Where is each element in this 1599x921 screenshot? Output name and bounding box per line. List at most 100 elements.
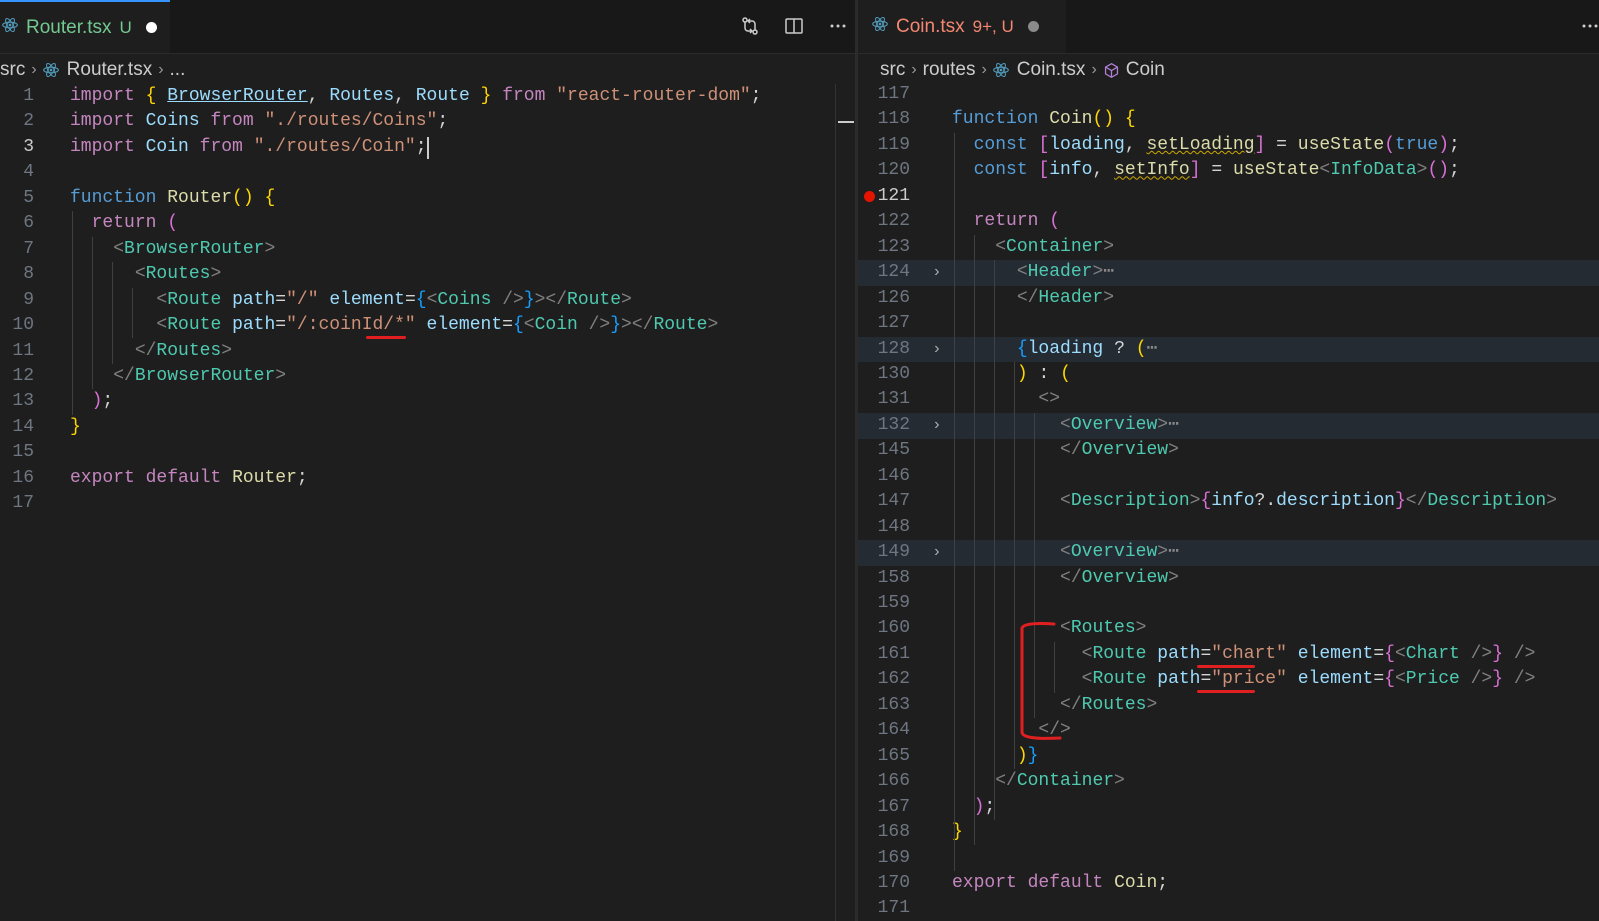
code-line[interactable]: 171 (858, 896, 1599, 921)
breadcrumb-item-src[interactable]: src (0, 59, 25, 81)
breadcrumb-item-src[interactable]: src (880, 59, 905, 81)
more-actions-icon[interactable] (1578, 14, 1599, 38)
code-line[interactable]: 17 (0, 491, 855, 517)
code-text[interactable]: <BrowserRouter> (70, 237, 275, 263)
code-line[interactable]: 169 (858, 846, 1599, 872)
code-line[interactable]: 158 </Overview> (858, 566, 1599, 592)
code-line[interactable]: 122 return ( (858, 209, 1599, 235)
line-number[interactable]: 158 (860, 566, 910, 592)
code-text[interactable]: {loading ? (⋯ (952, 337, 1158, 363)
code-line[interactable]: 148 (858, 515, 1599, 541)
line-number[interactable]: 148 (860, 515, 910, 541)
line-number[interactable]: 2 (0, 109, 34, 135)
code-text[interactable]: </Overview> (952, 566, 1179, 592)
line-number[interactable]: 16 (0, 466, 34, 492)
code-line[interactable]: 124 <Header>⋯ › (858, 260, 1599, 287)
line-number[interactable]: 127 (860, 311, 910, 337)
code-text[interactable]: ); (70, 389, 114, 415)
line-number[interactable]: 17 (0, 491, 34, 517)
code-line[interactable]: 131 <> (858, 387, 1599, 413)
code-line[interactable]: 7 <BrowserRouter> (0, 237, 855, 263)
line-number[interactable]: 124 (860, 260, 910, 286)
code-editor[interactable]: 117 118 function Coin() {119 const [loadin… (858, 84, 1599, 921)
unsaved-dot-icon[interactable] (145, 22, 157, 33)
code-line[interactable]: 128 {loading ? (⋯ › (858, 336, 1599, 363)
code-line[interactable]: 170 export default Coin; (858, 871, 1599, 897)
compare-changes-icon[interactable] (738, 14, 762, 38)
code-text[interactable]: <Overview>⋯ (952, 540, 1179, 566)
code-line[interactable]: 149 <Overview>⋯ › (858, 540, 1599, 566)
line-number[interactable]: 166 (860, 769, 910, 795)
line-number[interactable]: 1 (0, 84, 34, 110)
fold-chevron-icon[interactable]: › (932, 337, 942, 363)
line-number[interactable]: 13 (0, 389, 34, 415)
code-line[interactable]: 6 return ( (0, 211, 855, 237)
line-number[interactable]: 119 (860, 133, 910, 159)
line-number[interactable]: 9 (0, 288, 34, 314)
code-line[interactable]: 4 (0, 160, 855, 186)
code-text[interactable]: function Router() { (70, 186, 275, 212)
line-number[interactable]: 3 (0, 135, 34, 161)
code-line[interactable]: 160 <Routes> (858, 616, 1599, 642)
code-line[interactable]: 8 <Routes> (0, 262, 855, 288)
code-line[interactable]: 163 </Routes> (858, 693, 1599, 719)
code-text[interactable]: <Description>{info?.description}</Descri… (952, 489, 1557, 515)
breadcrumb-item-routes[interactable]: routes (923, 59, 976, 81)
line-number[interactable]: 117 (860, 82, 910, 108)
line-number[interactable]: 147 (860, 489, 910, 515)
code-line[interactable]: 123 <Container> (858, 235, 1599, 261)
code-line[interactable]: 14} (0, 415, 855, 441)
line-number[interactable]: 168 (860, 820, 910, 846)
code-line[interactable]: 1 import { BrowserRouter, Routes, Route }… (0, 84, 855, 110)
breadcrumb-item-file[interactable]: Router.tsx (67, 59, 153, 81)
line-number[interactable]: 169 (860, 846, 910, 872)
code-line[interactable]: 145 </Overview> (858, 438, 1599, 464)
line-number[interactable]: 171 (860, 896, 910, 921)
more-actions-icon[interactable] (826, 14, 850, 38)
breadcrumb-item-ellipsis[interactable]: ... (170, 59, 186, 81)
line-number[interactable]: 7 (0, 237, 34, 263)
code-text[interactable]: const [loading, setLoading] = useState(t… (952, 133, 1460, 159)
code-line[interactable]: 120 const [info, setInfo] = useState<Inf… (858, 158, 1599, 184)
line-number[interactable]: 167 (860, 795, 910, 821)
code-text[interactable]: </Routes> (70, 339, 232, 365)
line-number[interactable]: 163 (860, 693, 910, 719)
fold-chevron-icon[interactable]: › (932, 413, 942, 439)
line-number[interactable]: 146 (860, 464, 910, 490)
code-line[interactable]: 15 (0, 440, 855, 466)
code-line[interactable]: 161 <Route path="chart" element={<Chart … (858, 642, 1599, 668)
line-number[interactable]: 159 (860, 591, 910, 617)
code-line[interactable]: 146 (858, 464, 1599, 490)
code-text[interactable]: </Overview> (952, 438, 1179, 464)
code-line[interactable]: 118 function Coin() { (858, 107, 1599, 133)
line-number[interactable]: 11 (0, 339, 34, 365)
line-number[interactable]: 15 (0, 440, 34, 466)
code-line[interactable]: 159 (858, 591, 1599, 617)
line-number[interactable]: 128 (860, 337, 910, 363)
line-number[interactable]: 161 (860, 642, 910, 668)
code-line[interactable]: 12 </BrowserRouter> (0, 364, 855, 390)
line-number[interactable]: 118 (860, 107, 910, 133)
code-text[interactable]: export default Router; (70, 466, 308, 492)
code-text[interactable]: </Container> (952, 769, 1125, 795)
code-line[interactable]: 119 const [loading, setLoading] = useSta… (858, 133, 1599, 159)
line-number[interactable]: 164 (860, 718, 910, 744)
line-number[interactable]: 145 (860, 438, 910, 464)
code-text[interactable]: <Header>⋯ (952, 260, 1114, 286)
unsaved-dot-icon[interactable] (1027, 21, 1039, 32)
breakpoint-icon[interactable] (864, 190, 875, 202)
code-line[interactable]: 167 ); (858, 795, 1599, 821)
code-line[interactable]: 130 ) : ( (858, 362, 1599, 388)
code-text[interactable]: </Header> (952, 286, 1114, 312)
code-line[interactable]: 11 </Routes> (0, 339, 855, 365)
line-number[interactable]: 6 (0, 211, 34, 237)
tab-coin-tsx[interactable]: Coin.tsx 9+, U (858, 0, 1066, 53)
code-text[interactable]: <Overview>⋯ (952, 413, 1179, 439)
code-line[interactable]: 121 (858, 184, 1599, 210)
line-number[interactable]: 120 (860, 158, 910, 184)
code-line[interactable]: 132 <Overview>⋯ › (858, 412, 1599, 439)
code-line[interactable]: 165 )} (858, 744, 1599, 770)
line-number[interactable]: 8 (0, 262, 34, 288)
line-number[interactable]: 132 (860, 413, 910, 439)
code-text[interactable]: const [info, setInfo] = useState<InfoDat… (952, 158, 1460, 184)
